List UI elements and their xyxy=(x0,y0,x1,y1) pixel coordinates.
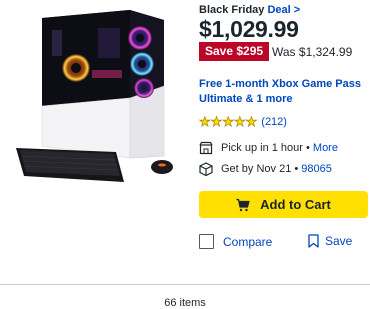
star-icon: ★ xyxy=(210,114,223,129)
pickup-text: Pick up in 1 hour xyxy=(221,142,303,154)
offer-link[interactable]: Free 1-month Xbox Game Pass Ultimate & 1… xyxy=(199,77,367,107)
add-to-cart-button[interactable]: Add to Cart xyxy=(199,191,368,218)
star-icon: ★ xyxy=(199,114,211,129)
current-price: $1,029.99 xyxy=(199,16,299,42)
compare-checkbox[interactable] xyxy=(199,234,214,249)
save-control[interactable]: Save xyxy=(308,234,352,248)
pickup-separator: • xyxy=(302,142,313,154)
package-icon xyxy=(199,162,213,176)
savings-badge: Save $295 xyxy=(199,42,270,61)
results-count: 66 items xyxy=(164,297,206,309)
deal-link[interactable]: Deal > xyxy=(267,4,300,16)
add-to-cart-label: Add to Cart xyxy=(260,197,331,212)
star-icon: ★ xyxy=(233,114,246,129)
promo-line: Black Friday Deal > xyxy=(199,4,300,16)
cart-icon xyxy=(236,198,250,211)
star-rating: ★ ★ ★ ★ ★ xyxy=(199,114,258,129)
delivery-text: Get by Nov 21 xyxy=(221,163,292,175)
pickup-info: Pick up in 1 hour • More xyxy=(199,141,338,155)
star-icon: ★ xyxy=(222,114,234,129)
pickup-more-link[interactable]: More xyxy=(313,142,338,154)
star-icon: ★ xyxy=(245,114,258,129)
save-label[interactable]: Save xyxy=(325,234,352,248)
delivery-zip-link[interactable]: 98065 xyxy=(301,163,332,175)
delivery-info: Get by Nov 21 • 98065 xyxy=(199,162,332,176)
bookmark-icon xyxy=(308,234,319,248)
compare-label[interactable]: Compare xyxy=(223,235,272,249)
was-price: Was $1,324.99 xyxy=(272,45,353,59)
rating[interactable]: ★ ★ ★ ★ ★ (212) xyxy=(199,114,287,129)
section-divider xyxy=(0,284,370,285)
delivery-separator: • xyxy=(291,163,302,175)
promo-label: Black Friday xyxy=(199,4,265,16)
product-image[interactable] xyxy=(12,6,190,192)
review-count[interactable]: (212) xyxy=(261,116,287,128)
store-icon xyxy=(199,141,213,155)
compare-control[interactable]: Compare xyxy=(199,234,272,249)
